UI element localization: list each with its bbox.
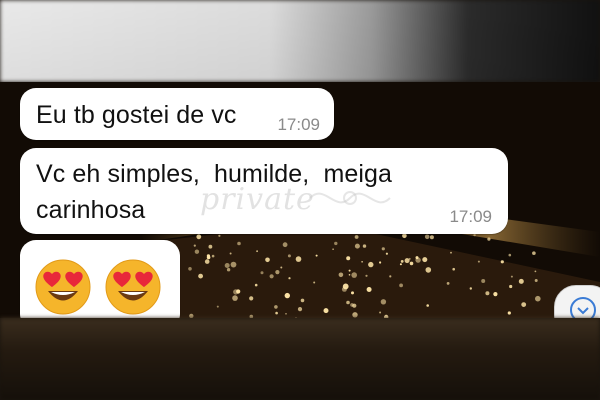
watermark: private bbox=[200, 182, 315, 217]
heart-eyes-emoji-icon bbox=[105, 259, 161, 315]
message-bubble-emoji[interactable] bbox=[20, 240, 180, 318]
blurred-top-area bbox=[0, 0, 600, 82]
message-time: 17:09 bbox=[277, 115, 320, 134]
message-time: 17:09 bbox=[449, 207, 492, 226]
message-text: Eu tb gostei de vc bbox=[36, 101, 237, 129]
chevron-down-icon bbox=[570, 297, 596, 318]
message-bubble[interactable]: Eu tb gostei de vc 17:09 bbox=[20, 88, 334, 140]
heart-eyes-emoji-icon bbox=[35, 259, 91, 315]
watermark-ornament-icon bbox=[309, 191, 391, 205]
scroll-down-button[interactable] bbox=[554, 285, 600, 318]
blurred-bottom-area bbox=[0, 318, 600, 400]
chat-area[interactable]: Eu tb gostei de vc 17:09 Vc eh simples, … bbox=[0, 82, 600, 318]
